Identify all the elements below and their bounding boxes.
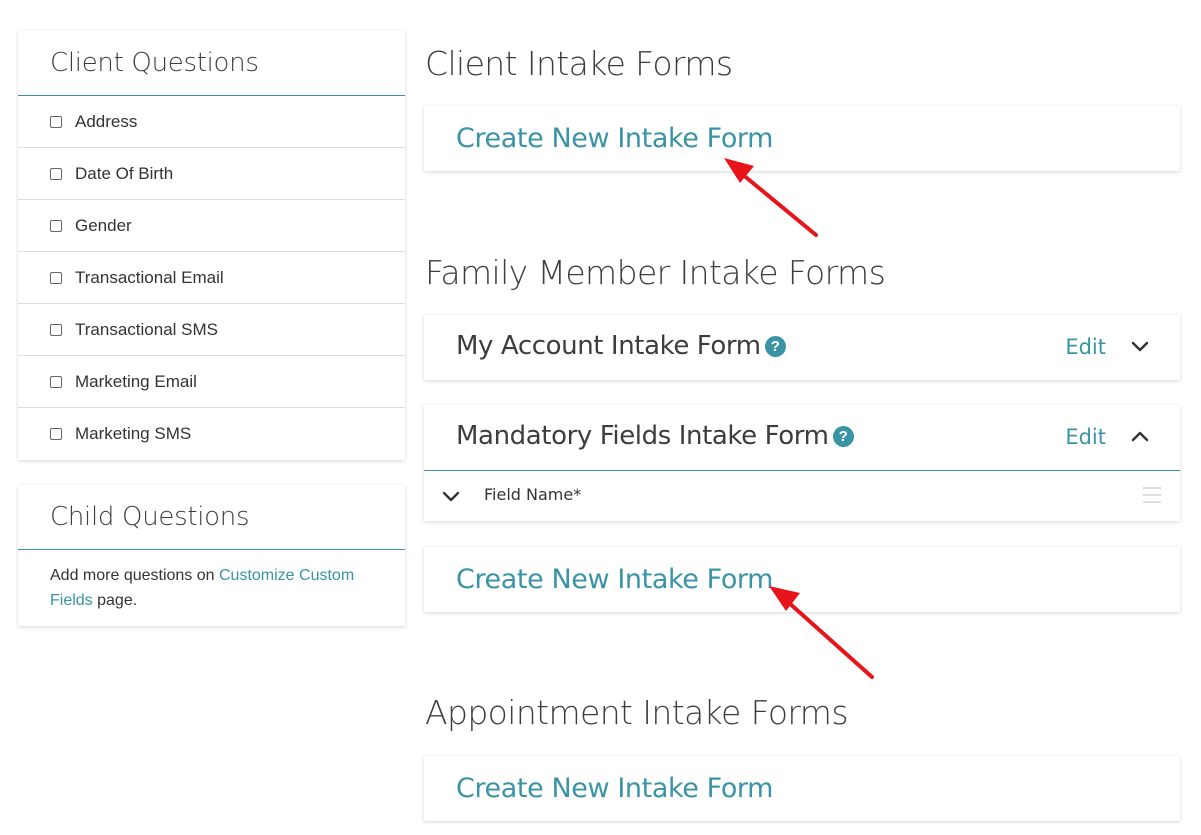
client-intake-create-card: Create New Intake Form <box>424 106 1180 171</box>
question-label: Transactional SMS <box>75 319 218 339</box>
question-row[interactable]: Address <box>18 96 405 148</box>
question-label: Transactional Email <box>75 267 224 287</box>
form-title-text: Mandatory Fields Intake Form <box>456 421 829 451</box>
client-questions-panel: Client Questions Address Date Of Birth Gen… <box>18 31 405 460</box>
create-family-intake-form-link[interactable]: Create New Intake Form <box>456 564 773 595</box>
question-checkbox[interactable] <box>50 219 62 232</box>
question-row[interactable]: Transactional SMS <box>18 304 405 356</box>
help-icon[interactable]: ? <box>832 426 854 447</box>
my-account-form-header[interactable]: My Account Intake Form? Edit <box>424 315 1180 380</box>
client-questions-list: Address Date Of Birth Gender Transactional … <box>18 96 405 460</box>
question-label: Marketing SMS <box>75 424 192 443</box>
chevron-up-icon[interactable] <box>1130 427 1150 447</box>
question-label: Marketing Email <box>75 371 197 391</box>
child-questions-panel: Child Questions Add more questions on Cu… <box>18 485 405 626</box>
create-client-intake-form-link[interactable]: Create New Intake Form <box>456 123 773 154</box>
my-account-intake-form-card: My Account Intake Form? Edit <box>424 315 1180 380</box>
client-intake-title: Client Intake Forms <box>425 44 733 83</box>
question-label: Address <box>75 111 138 131</box>
question-checkbox[interactable] <box>50 115 62 128</box>
drag-handle-icon[interactable] <box>1142 485 1162 505</box>
form-title-text: My Account Intake Form <box>456 331 761 361</box>
child-questions-title: Child Questions <box>18 485 405 550</box>
field-name-label: Field Name* <box>484 485 582 504</box>
field-row: Field Name* <box>424 470 1180 522</box>
question-checkbox[interactable] <box>50 271 62 284</box>
help-text-prefix: Add more questions on <box>50 567 219 584</box>
my-account-form-title: My Account Intake Form? <box>456 331 786 361</box>
question-checkbox[interactable] <box>50 375 62 388</box>
mandatory-fields-intake-form-card: Mandatory Fields Intake Form? Edit Field… <box>424 405 1180 521</box>
family-intake-title: Family Member Intake Forms <box>425 253 886 292</box>
help-icon[interactable]: ? <box>764 336 786 357</box>
question-checkbox[interactable] <box>50 167 62 180</box>
question-row[interactable]: Marketing SMS <box>18 408 405 460</box>
question-row[interactable]: Date Of Birth <box>18 148 405 200</box>
question-label: Date Of Birth <box>75 163 174 183</box>
question-row[interactable]: Marketing Email <box>18 356 405 408</box>
question-label: Gender <box>75 215 132 235</box>
help-text-suffix: page. <box>92 592 138 609</box>
chevron-down-icon[interactable] <box>1130 337 1150 357</box>
question-checkbox[interactable] <box>50 428 62 440</box>
edit-my-account-form-button[interactable]: Edit <box>1065 335 1106 359</box>
question-row[interactable]: Transactional Email <box>18 252 405 304</box>
question-row[interactable]: Gender <box>18 200 405 252</box>
create-appointment-intake-form-link[interactable]: Create New Intake Form <box>456 773 773 804</box>
question-checkbox[interactable] <box>50 323 62 336</box>
family-intake-create-card: Create New Intake Form <box>424 547 1180 612</box>
mandatory-fields-form-header[interactable]: Mandatory Fields Intake Form? Edit <box>424 405 1180 470</box>
chevron-down-icon[interactable] <box>442 488 460 506</box>
child-questions-help-text: Add more questions on Customize Custom F… <box>18 550 405 613</box>
appointment-intake-create-card: Create New Intake Form <box>424 756 1180 821</box>
mandatory-fields-form-title: Mandatory Fields Intake Form? <box>456 421 854 451</box>
edit-mandatory-fields-form-button[interactable]: Edit <box>1065 425 1106 449</box>
client-questions-title: Client Questions <box>18 31 405 96</box>
appointment-intake-title: Appointment Intake Forms <box>425 693 849 732</box>
